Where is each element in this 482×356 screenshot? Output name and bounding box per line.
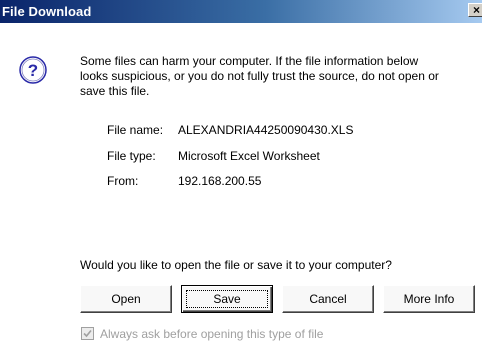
always-ask-label: Always ask before opening this type of f… (100, 327, 324, 341)
open-button[interactable]: Open (80, 285, 172, 313)
title-bar[interactable]: File Download × (0, 0, 482, 23)
from-label: From: (107, 174, 139, 188)
question-glyph: ? (28, 61, 38, 80)
warning-line: Some files can harm your computer. If th… (80, 54, 419, 68)
more-info-button[interactable]: More Info (383, 285, 475, 313)
save-button[interactable]: Save (181, 285, 273, 313)
from-value: 192.168.200.55 (178, 174, 262, 188)
cancel-button-label: Cancel (309, 292, 347, 306)
more-info-button-label: More Info (403, 292, 455, 306)
file-name-label: File name: (107, 123, 164, 137)
file-name-value: ALEXANDRIA44250090430.XLS (178, 123, 354, 137)
question-icon: ? (19, 56, 47, 84)
focus-ring (186, 290, 268, 308)
warning-message: Some files can harm your computer. If th… (80, 54, 472, 99)
window-title: File Download (2, 4, 92, 19)
warning-line: looks suspicious, or you do not fully tr… (80, 69, 439, 83)
cancel-button[interactable]: Cancel (282, 285, 374, 313)
close-icon: × (472, 3, 480, 17)
warning-line: save this file. (80, 84, 150, 98)
file-type-label: File type: (107, 149, 156, 163)
open-button-label: Open (111, 292, 141, 306)
close-button[interactable]: × (468, 3, 482, 17)
open-or-save-question: Would you like to open the file or save … (80, 258, 392, 272)
checkmark-icon (83, 329, 92, 338)
always-ask-checkbox[interactable] (81, 327, 94, 340)
file-type-value: Microsoft Excel Worksheet (178, 149, 320, 163)
